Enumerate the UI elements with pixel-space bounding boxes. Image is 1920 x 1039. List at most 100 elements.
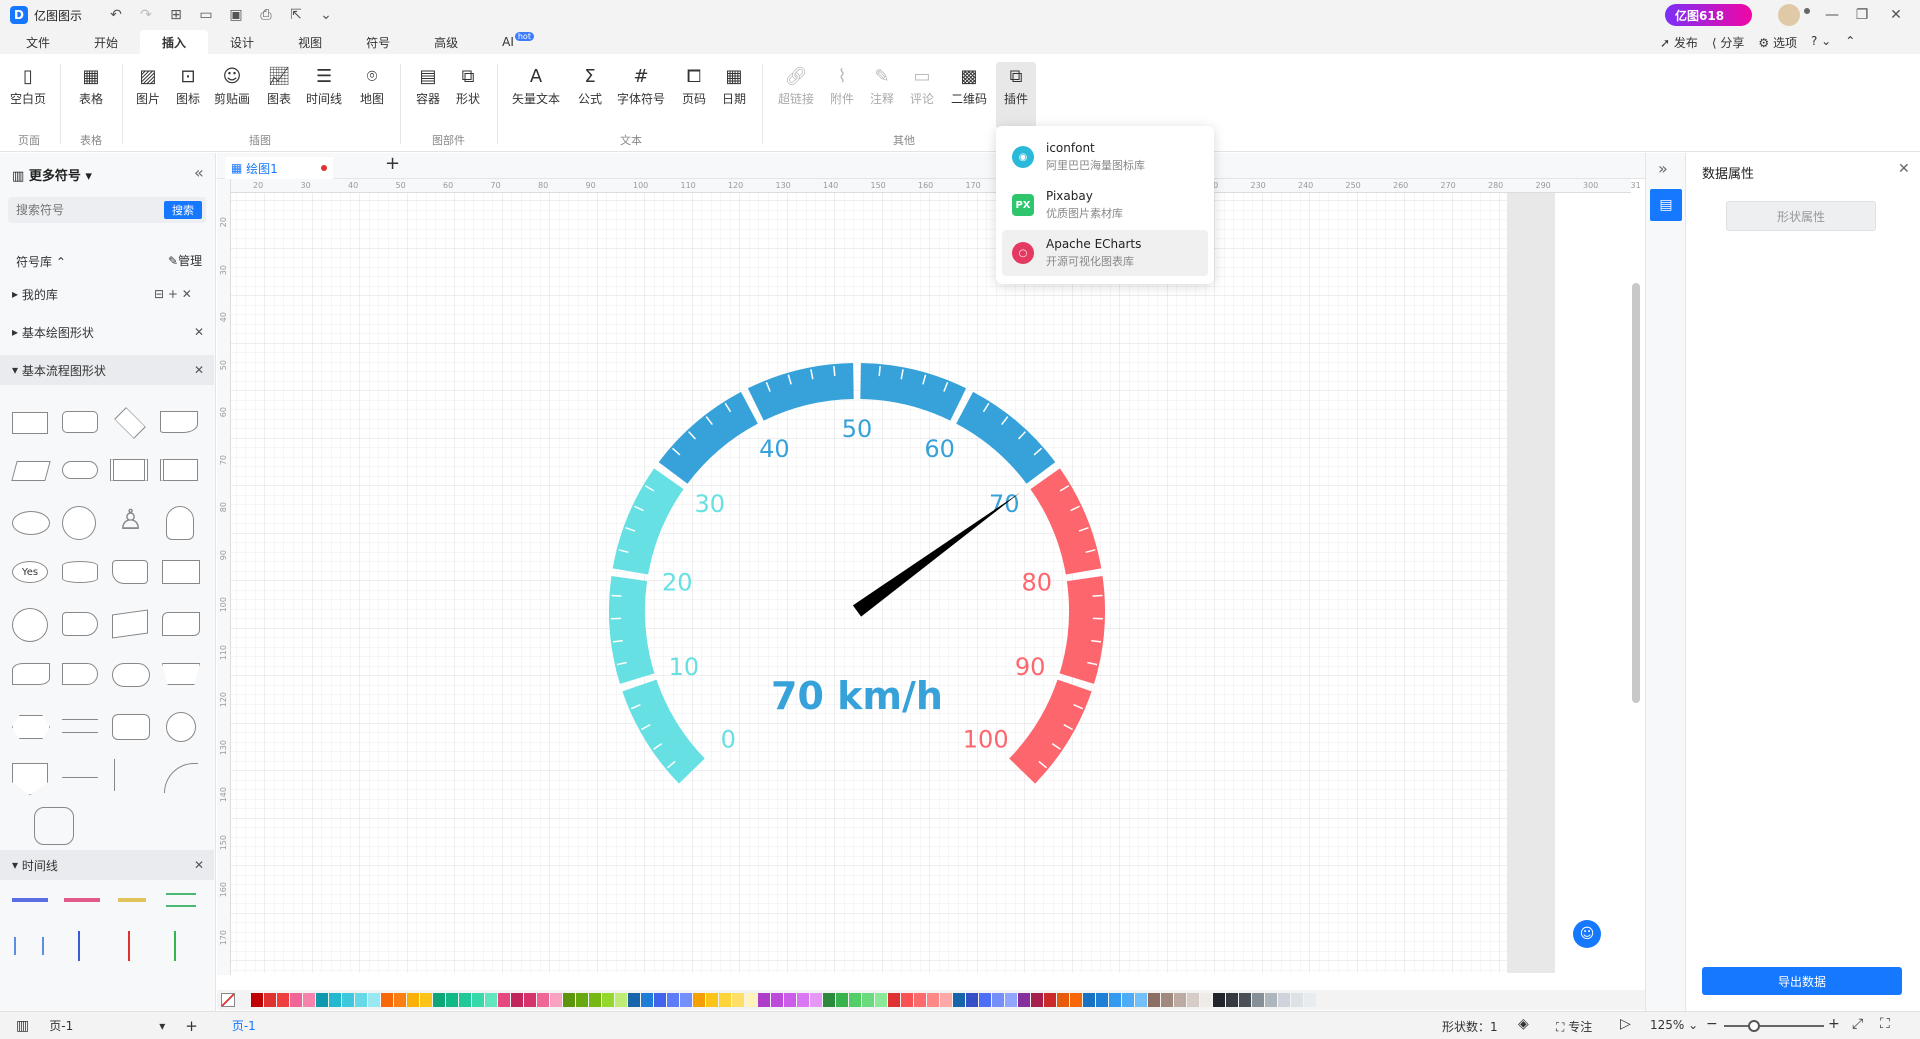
color-swatch[interactable]: [810, 993, 822, 1007]
qrcode-button[interactable]: ▩ 二维码: [951, 62, 987, 107]
zoom-out-icon[interactable]: −: [1706, 1016, 1718, 1032]
clipart-button[interactable]: ☺ 剪贴画: [214, 62, 250, 107]
fit-page-icon[interactable]: ⤢: [1852, 1016, 1863, 1032]
color-swatch[interactable]: [563, 993, 575, 1007]
color-swatch[interactable]: [836, 993, 848, 1007]
color-swatch[interactable]: [693, 993, 705, 1007]
color-swatch[interactable]: [290, 993, 302, 1007]
print-icon[interactable]: ⎙: [254, 3, 278, 27]
plugin-button[interactable]: ⧉ 插件: [996, 62, 1036, 128]
color-swatch[interactable]: [1265, 993, 1277, 1007]
color-swatch[interactable]: [1083, 993, 1095, 1007]
color-swatch[interactable]: [316, 993, 328, 1007]
color-swatch[interactable]: [706, 993, 718, 1007]
color-swatch[interactable]: [875, 993, 887, 1007]
date-button[interactable]: ▦ 日期: [722, 62, 746, 107]
collapse-panel-icon[interactable]: «: [194, 163, 204, 182]
ai-assistant-icon[interactable]: ☺: [1573, 920, 1601, 948]
shape-hexagon[interactable]: [12, 715, 50, 739]
close-library-icon[interactable]: ✕: [194, 325, 204, 339]
shape-delay[interactable]: [62, 612, 98, 636]
color-swatch[interactable]: [446, 993, 458, 1007]
shape-off-page-connector[interactable]: [12, 763, 48, 795]
zoom-slider-handle[interactable]: [1748, 1020, 1760, 1032]
color-swatch[interactable]: [420, 993, 432, 1007]
shape-trapezoid[interactable]: [162, 663, 200, 685]
zoom-in-icon[interactable]: +: [1828, 1016, 1840, 1032]
color-swatch[interactable]: [1148, 993, 1160, 1007]
menu-advanced[interactable]: 高级: [412, 30, 480, 54]
color-swatch[interactable]: [394, 993, 406, 1007]
search-button[interactable]: 搜索: [164, 201, 202, 219]
shape-or[interactable]: [166, 712, 196, 742]
color-swatch[interactable]: [550, 993, 562, 1007]
timeline-shape-4[interactable]: [166, 893, 196, 907]
color-swatch[interactable]: [485, 993, 497, 1007]
menu-ai[interactable]: AI hot: [480, 30, 556, 54]
page-view-icon[interactable]: ▥: [16, 1018, 29, 1034]
menu-home[interactable]: 开始: [72, 30, 140, 54]
shape-alternate-process[interactable]: [62, 411, 98, 433]
shape-rounded-rect[interactable]: [112, 714, 150, 740]
color-swatch[interactable]: [329, 993, 341, 1007]
color-swatch[interactable]: [888, 993, 900, 1007]
attachment-button[interactable]: ⌇ 附件: [830, 62, 854, 107]
annotation-button[interactable]: ✎ 注释: [870, 62, 894, 107]
color-swatch[interactable]: [849, 993, 861, 1007]
symbol-search-input[interactable]: [8, 197, 158, 223]
color-swatch[interactable]: [1161, 993, 1173, 1007]
plugin-iconfont[interactable]: ◉ iconfont 阿里巴巴海量图标库: [1002, 134, 1208, 180]
icon-button[interactable]: ⊡ 图标: [176, 62, 200, 107]
color-swatch[interactable]: [355, 993, 367, 1007]
close-panel-icon[interactable]: ✕: [1898, 161, 1910, 177]
library-timeline[interactable]: ▾ 时间线 ✕: [0, 850, 214, 880]
redo-icon[interactable]: ↷: [134, 3, 158, 27]
timeline-button[interactable]: ☰ 时间线: [306, 62, 342, 107]
library-actions-icon[interactable]: ⊟ + ✕: [154, 287, 192, 301]
color-swatch[interactable]: [1278, 993, 1290, 1007]
timeline-shape-3[interactable]: [118, 898, 146, 902]
menu-file[interactable]: 文件: [4, 30, 72, 54]
zoom-slider[interactable]: [1724, 1025, 1824, 1027]
fullscreen-icon[interactable]: ⛶: [1880, 1016, 1890, 1032]
menu-view[interactable]: 视图: [276, 30, 344, 54]
color-swatch[interactable]: [1018, 993, 1030, 1007]
color-swatch[interactable]: [901, 993, 913, 1007]
comment-button[interactable]: ▭ 评论: [910, 62, 934, 107]
focus-button[interactable]: ⛶ 专注: [1556, 1018, 1592, 1035]
color-swatch[interactable]: [732, 993, 744, 1007]
timeline-shape-6[interactable]: [78, 931, 80, 961]
color-swatch[interactable]: [745, 993, 757, 1007]
shape-decision[interactable]: [114, 407, 146, 439]
color-swatch[interactable]: [1031, 993, 1043, 1007]
color-swatch[interactable]: [498, 993, 510, 1007]
menu-design[interactable]: 设计: [208, 30, 276, 54]
color-swatch[interactable]: [576, 993, 588, 1007]
close-library-icon[interactable]: ✕: [194, 363, 204, 377]
close-library-icon[interactable]: ✕: [194, 858, 204, 872]
color-swatch[interactable]: [680, 993, 692, 1007]
color-swatch[interactable]: [1122, 993, 1134, 1007]
color-swatch[interactable]: [537, 993, 549, 1007]
table-button[interactable]: ▦ 表格: [79, 62, 103, 107]
timeline-shape-1[interactable]: [12, 898, 48, 902]
color-swatch[interactable]: [1109, 993, 1121, 1007]
close-icon[interactable]: ✕: [1884, 3, 1908, 27]
save-icon[interactable]: ▣: [224, 3, 248, 27]
color-swatch[interactable]: [589, 993, 601, 1007]
color-swatch[interactable]: [615, 993, 627, 1007]
timeline-shape-2[interactable]: [64, 898, 100, 902]
page-selector[interactable]: 页-1 ▾: [49, 1017, 165, 1034]
symbol-panel-header[interactable]: ▥ 更多符号 ▾: [12, 165, 92, 184]
timeline-shape-5[interactable]: [14, 937, 44, 955]
data-properties-icon[interactable]: ▤: [1650, 189, 1682, 221]
image-button[interactable]: ▨ 图片: [136, 62, 160, 107]
shape-display[interactable]: [62, 663, 98, 685]
formula-button[interactable]: Σ 公式: [578, 62, 602, 107]
color-swatch[interactable]: [979, 993, 991, 1007]
library-toggle[interactable]: 符号库 ⌃: [16, 253, 66, 270]
shape-ellipse[interactable]: [12, 511, 50, 535]
timeline-shape-7[interactable]: [128, 931, 130, 961]
color-swatch[interactable]: [472, 993, 484, 1007]
options-button[interactable]: ⚙ 选项: [1758, 34, 1797, 51]
